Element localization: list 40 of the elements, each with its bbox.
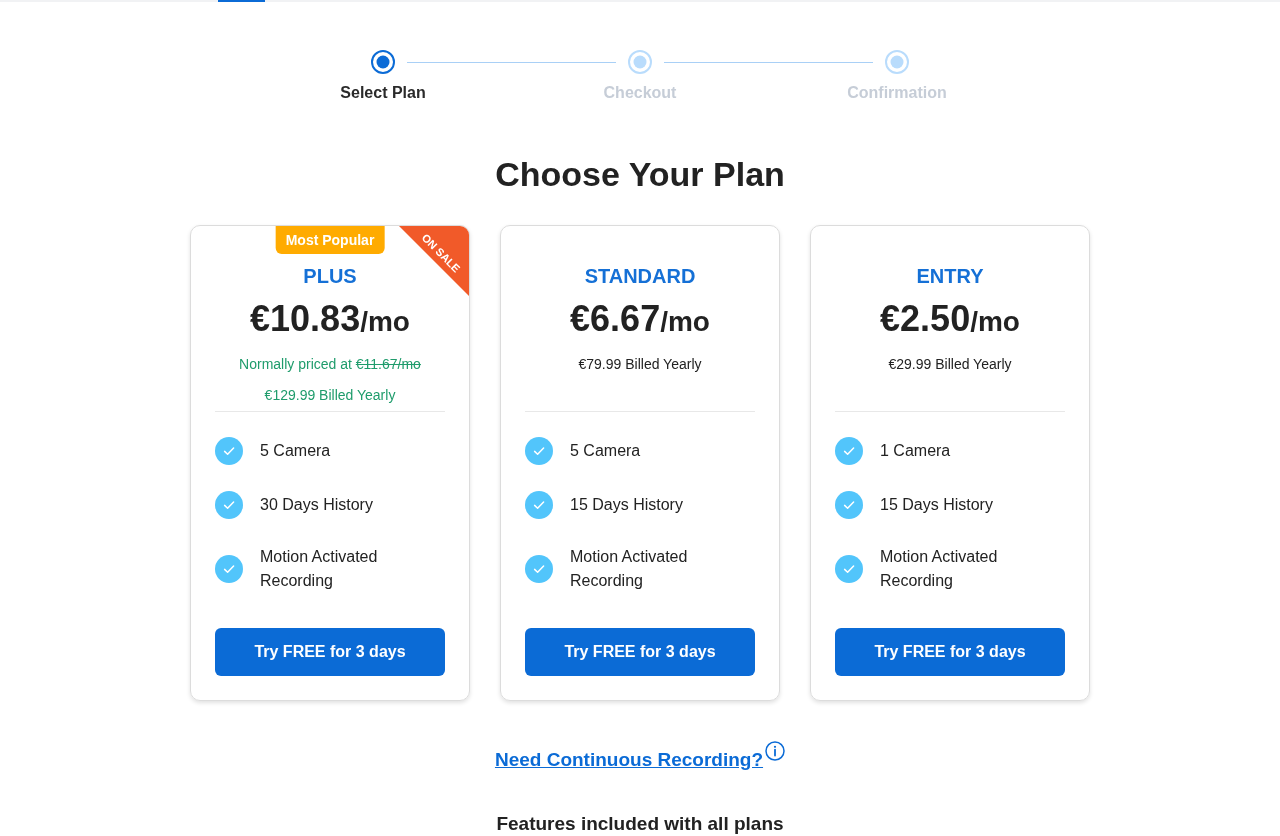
plan-name: STANDARD [584,264,696,288]
feature-text: 1 Camera [880,441,951,461]
tab-underline [218,0,265,2]
check-icon [835,437,863,465]
check-icon [215,491,243,519]
plan-name: PLUS [303,264,357,288]
feature-text: Motion Activated Recording [880,547,999,591]
feature-text: 30 Days History [260,495,373,515]
check-icon [525,491,553,519]
billing-text: €29.99 Billed Yearly [888,355,1012,374]
billing-text: €79.99 Billed Yearly [578,355,702,374]
billing-text: €129.99 Billed Yearly [264,386,396,405]
popular-badge: Most Popular [275,226,385,254]
try-free-button[interactable]: Try FREE for 3 days [835,628,1065,676]
feature-text: 15 Days History [880,495,993,515]
check-icon [835,555,863,583]
plan-price: €10.83/mo [250,299,410,341]
section-heading: Features included with all plans [496,813,784,835]
check-icon [835,491,863,519]
regular-price-note: Normally priced at €11.67/mo [239,355,421,374]
plan-name: ENTRY [916,264,984,288]
feature-text: 15 Days History [570,495,683,515]
info-icon[interactable] [765,741,786,761]
step-label: Checkout [603,83,677,103]
step-label: Confirmation [847,83,947,103]
feature-text: 5 Camera [260,441,331,461]
feature-text: 5 Camera [570,441,641,461]
continuous-recording-link[interactable]: Need Continuous Recording? [494,748,764,772]
feature-text: Motion Activated Recording [570,547,689,591]
check-icon [215,437,243,465]
plan-price: €6.67/mo [570,299,710,341]
check-icon [525,437,553,465]
try-free-button[interactable]: Try FREE for 3 days [525,628,755,676]
try-free-button[interactable]: Try FREE for 3 days [215,628,445,676]
plan-price: €2.50/mo [880,299,1020,341]
feature-text: Motion Activated Recording [260,547,379,591]
page-title: Choose Your Plan [495,154,785,194]
check-icon [215,555,243,583]
step-label: Select Plan [340,83,426,103]
check-icon [525,555,553,583]
